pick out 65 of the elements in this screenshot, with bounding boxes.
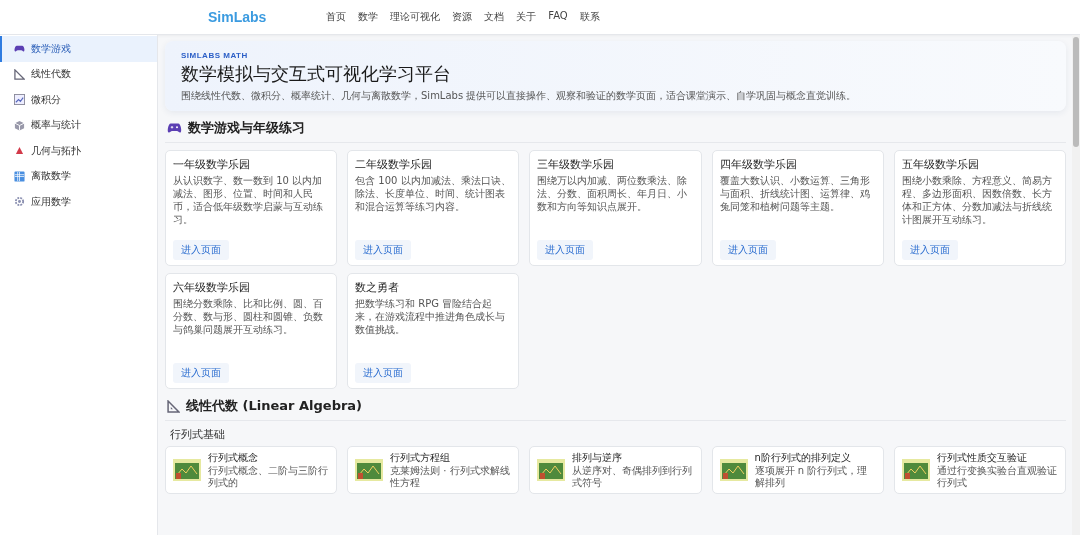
sidebar-item[interactable]: 微积分: [0, 87, 157, 113]
card-description: 覆盖大数认识、小数运算、三角形与面积、折线统计图、运算律、鸡兔同笼和植树问题等主题。: [719, 174, 871, 214]
enter-page-button[interactable]: 进入页面: [537, 240, 594, 260]
thumbnail-drawing: [355, 459, 384, 481]
enter-page-button[interactable]: 进入页面: [173, 240, 229, 260]
nav-link[interactable]: 资源: [452, 10, 473, 24]
card-title: 六年级数学乐园: [173, 280, 251, 295]
scrollbar[interactable]: [1072, 35, 1080, 535]
card-title: 二年级数学乐园: [355, 157, 434, 172]
enter-page-button[interactable]: 进入页面: [719, 240, 776, 260]
card-description: 围绕小数乘除、方程意义、简易方程、多边形面积、因数倍数、长方体和正方体、分数加减法与折线统计图展开互动练习。: [901, 174, 1053, 227]
eyebrow-label: SIMLABS MATH: [181, 51, 249, 60]
cube-icon: [14, 119, 25, 131]
enter-page-button[interactable]: 进入页面: [355, 363, 412, 383]
card-description: 逐项展开 n 阶行列式，理解排列: [754, 465, 869, 489]
card-title: 行列式方程组: [390, 451, 452, 465]
hero-title: 数学模拟与交互式可视化学习平台: [181, 62, 452, 86]
thumbnail-drawing: [173, 459, 201, 481]
card-description: 把数学练习和 RPG 冒险结合起来，在游戏流程中推进角色成长与数值挑战。: [355, 297, 507, 337]
nav-link[interactable]: 首页: [326, 10, 347, 24]
card-description: 围绕万以内加减、两位数乘法、除法、分数、面积周长、年月日、小数和方向等知识点展开。: [537, 174, 689, 214]
sidebar-item[interactable]: 线性代数: [0, 61, 157, 87]
card-title: 排列与逆序: [572, 451, 624, 465]
card-description: 克莱姆法则 · 行列式求解线性方程: [390, 465, 511, 489]
card-title: 一年级数学乐园: [173, 157, 251, 172]
nav-link[interactable]: FAQ: [548, 10, 568, 24]
sidebar-item[interactable]: 应用数学: [0, 189, 157, 215]
thumbnail-drawing: [537, 459, 566, 481]
card-title: 数之勇者: [355, 280, 401, 295]
card-description: 行列式概念、二阶与三阶行列式的: [208, 465, 329, 489]
card-title: 三年级数学乐园: [537, 157, 616, 172]
thumbnail-drawing: [901, 459, 930, 481]
enter-page-button[interactable]: 进入页面: [901, 240, 958, 260]
card-description: 从逆序对、奇偶排列到行列式符号: [572, 465, 694, 489]
card-title: 行列式性质交互验证: [936, 451, 1028, 465]
card-description: 包含 100 以内加减法、乘法口诀、除法、长度单位、时间、统计图表和混合运算等练习内容。: [355, 174, 512, 214]
sidebar-item[interactable]: 概率与统计: [0, 112, 157, 138]
sidebar-item[interactable]: 几何与拓扑: [0, 138, 157, 164]
nav-link[interactable]: 关于: [516, 10, 537, 24]
sidebar-item[interactable]: 离散数学: [0, 163, 157, 189]
sidebar-item[interactable]: 数学游戏: [0, 36, 157, 62]
section-title: 数学游戏与年级练习: [188, 119, 305, 137]
nav-link[interactable]: 数学: [358, 10, 379, 24]
card-title: 行列式概念: [208, 451, 259, 465]
gear-icon: [14, 196, 25, 208]
hero-description: 围绕线性代数、微积分、概率统计、几何与离散数学，SimLabs 提供可以直接操作、观察和验证的数学页面，适合课堂演示、自学巩固与概念直觉训练。: [181, 89, 858, 102]
enter-page-button[interactable]: 进入页面: [355, 240, 412, 260]
card-description: 围绕分数乘除、比和比例、圆、百分数、数与形、圆柱和圆锥、负数与鸽巢问题展开互动练习。: [173, 297, 324, 337]
group-title: 行列式基础: [170, 427, 226, 442]
nav-link[interactable]: 联系: [579, 10, 600, 24]
enter-page-button[interactable]: 进入页面: [173, 363, 229, 383]
scrollbar-thumb[interactable]: [1073, 37, 1079, 147]
card-description: 从认识数字、数一数到 10 以内加减法、图形、位置、时间和人民币，适合低年级数学启蒙与互动练习。: [173, 174, 324, 227]
card-description: 通过行变换实验台直观验证行列式: [936, 465, 1058, 489]
section-title: 线性代数 (Linear Algebra): [186, 397, 363, 415]
card-title: 四年级数学乐园: [719, 157, 798, 172]
nav-link[interactable]: 理论可视化: [390, 10, 441, 24]
chart-icon: [14, 94, 25, 106]
gamepad-icon: [167, 121, 182, 135]
card-title: n阶行列式的排列定义: [754, 451, 852, 465]
triangle-icon: [15, 146, 24, 156]
card-title: 五年级数学乐园: [901, 157, 980, 172]
nav-link[interactable]: 文档: [484, 10, 505, 24]
grid-icon: [14, 170, 25, 182]
thumbnail-drawing: [719, 459, 748, 481]
